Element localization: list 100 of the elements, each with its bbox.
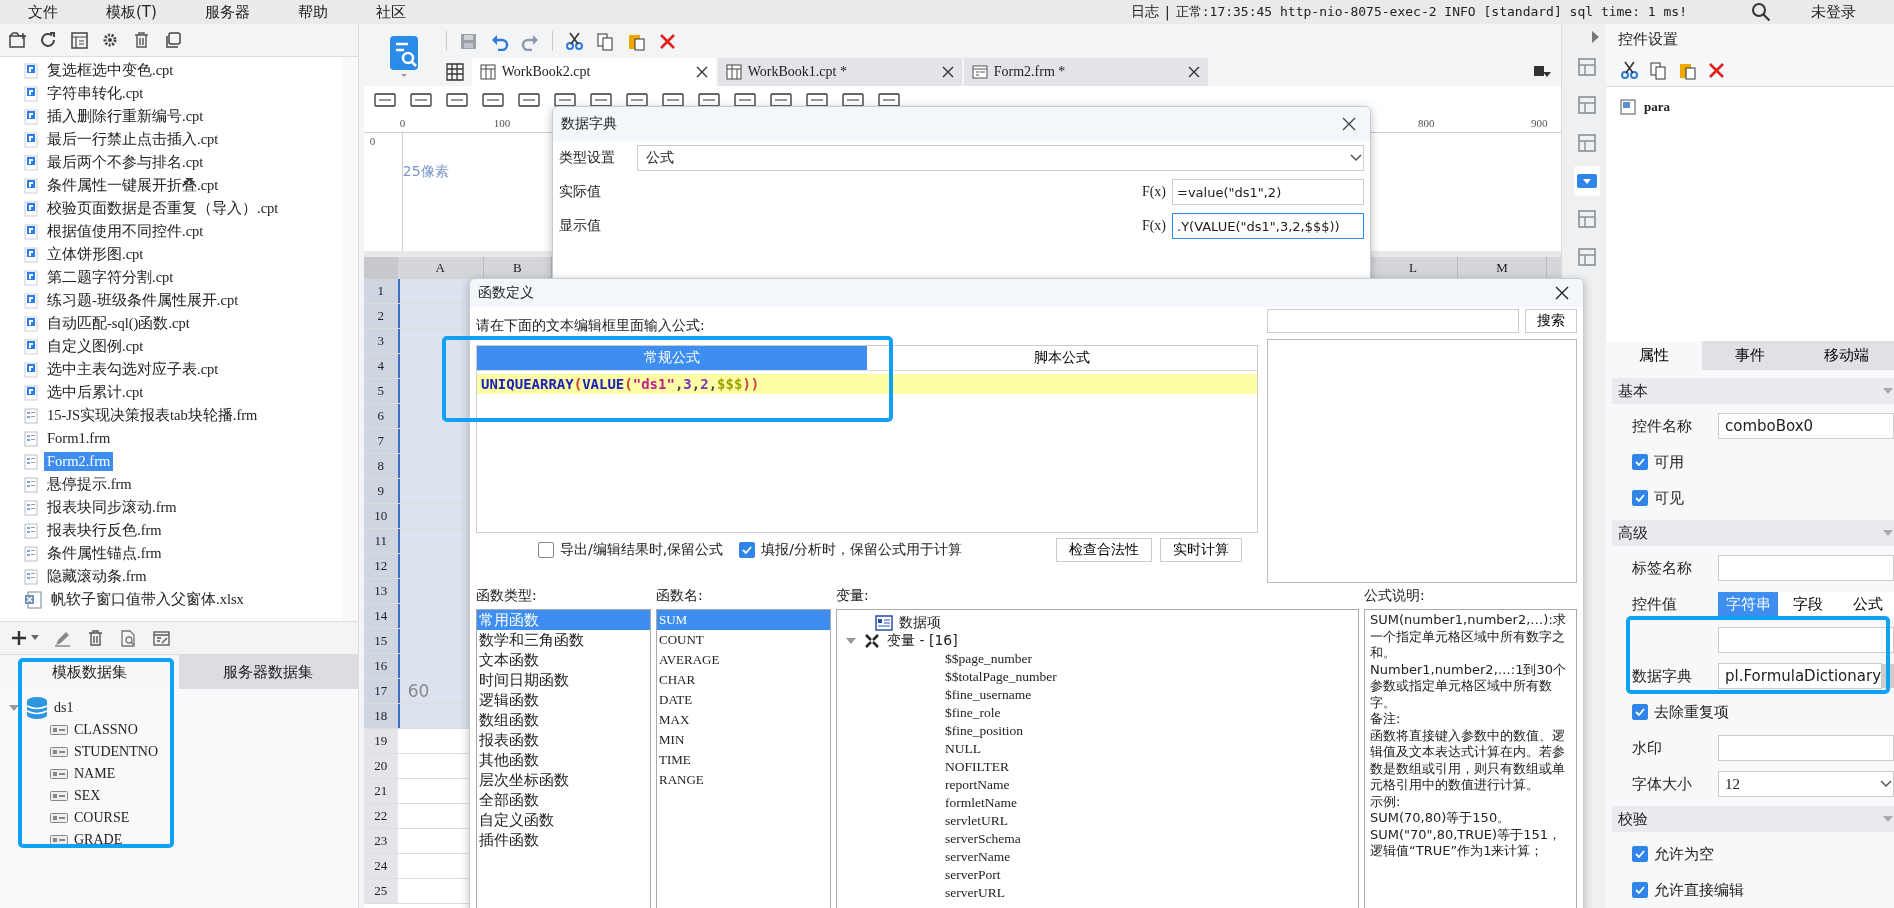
search-icon[interactable] — [1751, 2, 1771, 22]
section-header[interactable]: 基本 — [1612, 378, 1894, 404]
function-type-item[interactable]: 插件函数 — [477, 830, 650, 850]
new-folder-icon[interactable] — [8, 30, 27, 50]
row-header[interactable]: 6 — [363, 404, 398, 428]
file-item[interactable]: 字符串转化.cpt — [44, 83, 147, 104]
copy-icon[interactable] — [163, 30, 182, 50]
checkbox[interactable] — [1632, 704, 1648, 720]
field-name[interactable]: CLASSNO — [74, 722, 138, 738]
file-item[interactable]: 条件属性一键展开折叠.cpt — [44, 175, 222, 196]
variable-item[interactable]: servletURL — [945, 813, 1008, 829]
function-name-item[interactable]: DATE — [657, 690, 830, 710]
login-status[interactable]: 未登录 — [1811, 2, 1856, 22]
trash-icon[interactable] — [132, 30, 151, 50]
field-name[interactable]: COURSE — [74, 810, 130, 826]
file-item[interactable]: 复选框选中变色.cpt — [44, 60, 177, 81]
row-header[interactable]: 20 — [363, 754, 398, 778]
file-item[interactable]: 最后两个不参与排名.cpt — [44, 152, 207, 173]
row-header[interactable]: 2 — [363, 304, 398, 328]
function-type-item[interactable]: 文本函数 — [477, 650, 650, 670]
function-type-item[interactable]: 数学和三角函数 — [477, 630, 650, 650]
widget-name[interactable]: para — [1644, 99, 1670, 116]
row-header[interactable]: 25 — [363, 879, 398, 903]
row-header[interactable]: 12 — [363, 554, 398, 578]
segment-option[interactable]: 字段 — [1778, 592, 1838, 616]
checkbox[interactable] — [1632, 846, 1648, 862]
variable-item[interactable]: 变量 - [16] — [887, 632, 958, 650]
row-header[interactable]: 19 — [363, 729, 398, 753]
function-type-item[interactable]: 报表函数 — [477, 730, 650, 750]
row-header[interactable]: 23 — [363, 829, 398, 853]
checkbox[interactable] — [1632, 490, 1648, 506]
menu-item[interactable]: 社区 — [357, 2, 436, 22]
menu-item[interactable]: 文件 — [10, 2, 88, 22]
checkbox[interactable] — [739, 542, 756, 558]
document-tab[interactable]: WorkBook1.cpt * — [717, 58, 962, 86]
function-name-item[interactable]: COUNT — [657, 630, 830, 650]
cut-icon[interactable] — [564, 31, 584, 51]
text-field[interactable] — [1718, 627, 1894, 653]
formula-field[interactable]: =value("ds1",2) — [1172, 179, 1364, 205]
text-field[interactable] — [1718, 555, 1894, 581]
grid-icon[interactable] — [445, 63, 464, 81]
checkbox[interactable] — [538, 542, 554, 558]
file-item[interactable]: 校验页面数据是否重复（导入）.cpt — [44, 198, 282, 219]
search-button[interactable]: 搜索 — [1525, 309, 1577, 333]
close-icon[interactable] — [1187, 66, 1200, 78]
file-item[interactable]: 自动匹配-sql()函数.cpt — [44, 313, 193, 334]
row-header[interactable]: 16 — [363, 654, 398, 678]
file-item[interactable]: Form1.frm — [44, 429, 114, 448]
variable-item[interactable]: reportName — [945, 777, 1010, 793]
function-name-item[interactable]: CHAR — [657, 670, 830, 690]
row-header[interactable]: 3 — [363, 329, 398, 353]
row-header[interactable]: 5 — [363, 379, 398, 403]
close-icon[interactable] — [1342, 117, 1356, 131]
row-header[interactable]: 13 — [363, 579, 398, 603]
variable-item[interactable]: $fine_position — [945, 723, 1023, 739]
function-type-item[interactable]: 其他函数 — [477, 750, 650, 770]
log-label[interactable]: 日志 — [1131, 3, 1159, 21]
size-dropdown[interactable]: 12 — [1718, 771, 1894, 797]
file-item[interactable]: 根据值使用不同控件.cpt — [44, 221, 207, 242]
variable-item[interactable]: serverURL — [945, 885, 1005, 901]
delete-icon[interactable] — [657, 31, 677, 51]
section-header[interactable]: 校验 — [1612, 806, 1894, 832]
field-name[interactable]: NAME — [74, 766, 116, 782]
file-item[interactable]: 选中后累计.cpt — [44, 382, 147, 403]
dialog-button[interactable]: 实时计算 — [1160, 538, 1242, 562]
panel-icon[interactable] — [70, 30, 89, 50]
function-name-item[interactable]: TIME — [657, 750, 830, 770]
variable-item[interactable]: NULL — [945, 741, 981, 757]
chevron-down-icon[interactable] — [1349, 153, 1363, 163]
formula-button[interactable]: F(x) — [1141, 184, 1166, 200]
variable-item[interactable]: $$totalPage_number — [945, 669, 1057, 685]
segment-option[interactable]: 公式 — [1838, 592, 1894, 616]
trash-icon[interactable] — [86, 628, 105, 648]
formula-editor[interactable]: UNIQUEARRAY(VALUE("ds1",3,2,$$$)) — [477, 374, 1257, 394]
field-name[interactable]: GRADE — [74, 832, 123, 848]
formula-field[interactable]: .Y(VALUE("ds1",3,2,$$$)) — [1172, 213, 1364, 239]
row-header[interactable]: 24 — [363, 854, 398, 878]
text-field[interactable]: comboBox0 — [1718, 413, 1894, 439]
file-item[interactable]: 第二题字符分割.cpt — [44, 267, 177, 288]
function-type-item[interactable]: 数组函数 — [477, 710, 650, 730]
field-name[interactable]: STUDENTNO — [74, 744, 158, 760]
field-name[interactable]: SEX — [74, 788, 101, 804]
row-header[interactable]: 4 — [363, 354, 398, 378]
panel-tab[interactable]: 移动端 — [1798, 340, 1894, 370]
search-field[interactable] — [1267, 309, 1519, 333]
plus-icon[interactable] — [10, 628, 29, 648]
checkbox[interactable] — [1632, 882, 1648, 898]
variable-item[interactable]: $fine_username — [945, 687, 1032, 703]
document-tab[interactable]: WorkBook2.cpt — [471, 58, 716, 86]
menu-item[interactable]: 模板(T) — [88, 2, 187, 22]
row-header[interactable]: 18 — [363, 704, 398, 728]
file-item[interactable]: 条件属性锚点.frm — [44, 543, 165, 564]
file-item[interactable]: 插入删除行重新编号.cpt — [44, 106, 207, 127]
close-icon[interactable] — [1555, 286, 1569, 300]
row-header[interactable]: 21 — [363, 779, 398, 803]
row-header[interactable]: 8 — [363, 454, 398, 478]
function-type-item[interactable]: 全部函数 — [477, 790, 650, 810]
function-name-item[interactable]: MAX — [657, 710, 830, 730]
variable-item[interactable]: 数据项 — [899, 614, 941, 632]
row-header[interactable]: 14 — [363, 604, 398, 628]
